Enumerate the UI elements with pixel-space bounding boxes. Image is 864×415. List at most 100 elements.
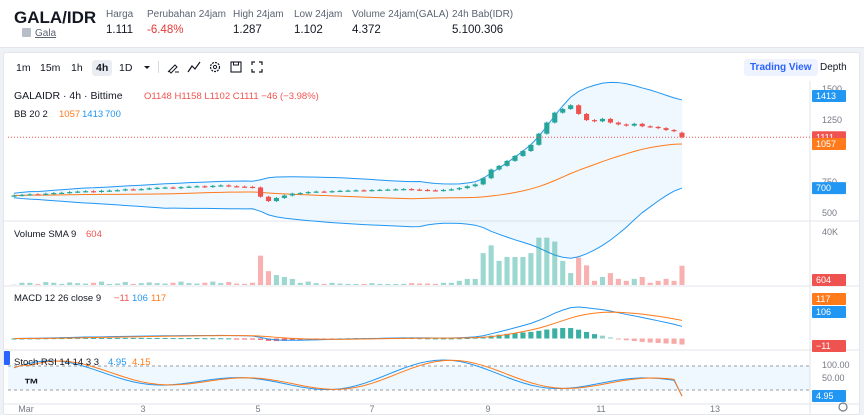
coin-link[interactable]: Gala — [35, 28, 56, 39]
candle — [242, 186, 248, 188]
candle — [353, 190, 359, 192]
candle — [655, 126, 661, 129]
legend-bb-label: BB 20 2 — [14, 109, 48, 120]
volume-bar — [138, 283, 144, 285]
candle — [297, 193, 303, 195]
timeframe-1h[interactable]: 1h — [67, 60, 87, 76]
volume-bar — [417, 283, 423, 285]
macd-histogram-bar — [631, 338, 637, 342]
volume-bar — [401, 283, 407, 285]
tab-trading-view[interactable]: Trading View — [744, 59, 818, 76]
draw-icon[interactable] — [166, 60, 180, 74]
volume-bar — [369, 283, 375, 285]
macd-histogram-bar — [663, 338, 669, 344]
timeframe-1m[interactable]: 1m — [12, 60, 35, 76]
timeframe-15m[interactable]: 15m — [36, 60, 64, 76]
volume-bar — [623, 280, 629, 285]
volume-bar — [194, 283, 200, 285]
macd-histogram-bar — [671, 338, 677, 344]
macd-histogram-bar — [242, 338, 248, 340]
candle — [401, 189, 407, 191]
volume-bar — [663, 278, 669, 285]
volume-bar — [90, 282, 97, 285]
candle — [67, 192, 73, 194]
volume-bar — [647, 282, 653, 285]
volume-bar — [671, 280, 677, 285]
stat-label: Low 24jam — [294, 9, 343, 20]
volume-bar — [114, 283, 120, 285]
candle — [448, 189, 454, 191]
macd-histogram-bar — [647, 338, 653, 343]
volume-bar — [528, 253, 534, 285]
candle — [528, 144, 534, 151]
candle — [106, 190, 112, 192]
macd-histogram-bar — [210, 338, 216, 340]
stat-label: High 24jam — [233, 9, 284, 20]
volume-bar — [536, 237, 542, 285]
macd-histogram-bar — [536, 330, 542, 339]
volume-bar — [393, 283, 399, 285]
stat-value: 1.111 — [106, 24, 134, 36]
volume-bar — [631, 278, 637, 285]
volume-bar — [377, 283, 383, 285]
macd-histogram-bar — [146, 337, 152, 339]
volume-bar — [560, 260, 566, 285]
volume-bar — [51, 282, 57, 285]
macd-histogram-bar — [639, 338, 645, 342]
timeframe-4h[interactable]: 4h — [92, 60, 113, 76]
macd-badge-label: 117 — [816, 294, 830, 304]
stat-value: 4.372 — [352, 24, 381, 36]
macd-signal-line — [13, 311, 683, 340]
volume-bar — [607, 273, 613, 285]
candle — [226, 185, 232, 187]
candle — [257, 187, 264, 197]
candle — [289, 193, 295, 196]
candle — [464, 186, 470, 189]
fullscreen-icon[interactable] — [250, 60, 264, 74]
tradingview-logo-icon: ™ — [24, 376, 39, 393]
indicators-icon[interactable] — [187, 60, 201, 74]
candle — [552, 112, 558, 123]
macd-histogram-bar — [114, 337, 120, 339]
volume-bar — [250, 282, 256, 285]
macd-histogram-bar — [122, 337, 128, 339]
volume-bar — [289, 278, 295, 285]
stat-4: Volume 24jam(GALA) 4.372 — [352, 9, 449, 36]
volume-bar — [106, 283, 112, 285]
candle — [329, 191, 335, 193]
volume-bar — [488, 245, 494, 285]
volume-bar — [448, 282, 454, 285]
volume-bar — [281, 276, 287, 285]
candle — [122, 189, 128, 191]
legend-symbol: GALAIDR · 4h · Bittime — [14, 90, 123, 102]
volume-bar — [130, 283, 136, 285]
candle — [178, 187, 184, 189]
price-badge-label: 1057 — [816, 139, 836, 149]
settings-icon[interactable] — [208, 60, 222, 74]
timeframe-1D[interactable]: 1D — [115, 60, 136, 76]
save-icon[interactable] — [229, 60, 243, 74]
tab-depth[interactable]: Depth — [814, 59, 853, 76]
chart-container[interactable]: 1m 15m 1h 4h 1D Trading View Depth GALAIDR · … — [3, 52, 860, 415]
candle — [568, 105, 574, 109]
stat-0: Harga 1.111 — [106, 9, 133, 36]
macd-histogram-bar — [544, 329, 550, 339]
volume-bar — [504, 257, 510, 285]
candle — [130, 189, 136, 191]
legend-bb-basis: 1057 — [59, 109, 80, 120]
volume-bar — [273, 275, 279, 285]
volume-bar — [480, 253, 486, 285]
volume-bar — [218, 283, 224, 285]
dropdown-icon[interactable] — [140, 60, 154, 74]
candle — [234, 186, 240, 188]
volume-bar — [242, 283, 248, 285]
macd-histogram-bar — [250, 338, 256, 340]
volume-bar — [59, 283, 65, 285]
price-badge-label: 1413 — [816, 91, 836, 101]
price-tick-label: 500 — [822, 208, 837, 218]
price-chart[interactable]: GALAIDR · 4h · Bittime O1148 H1158 L1102 … — [4, 81, 859, 414]
volume-bar — [385, 283, 391, 285]
macd-histogram-bar — [162, 337, 168, 339]
candle — [305, 192, 311, 194]
macd-histogram-bar — [528, 331, 534, 339]
